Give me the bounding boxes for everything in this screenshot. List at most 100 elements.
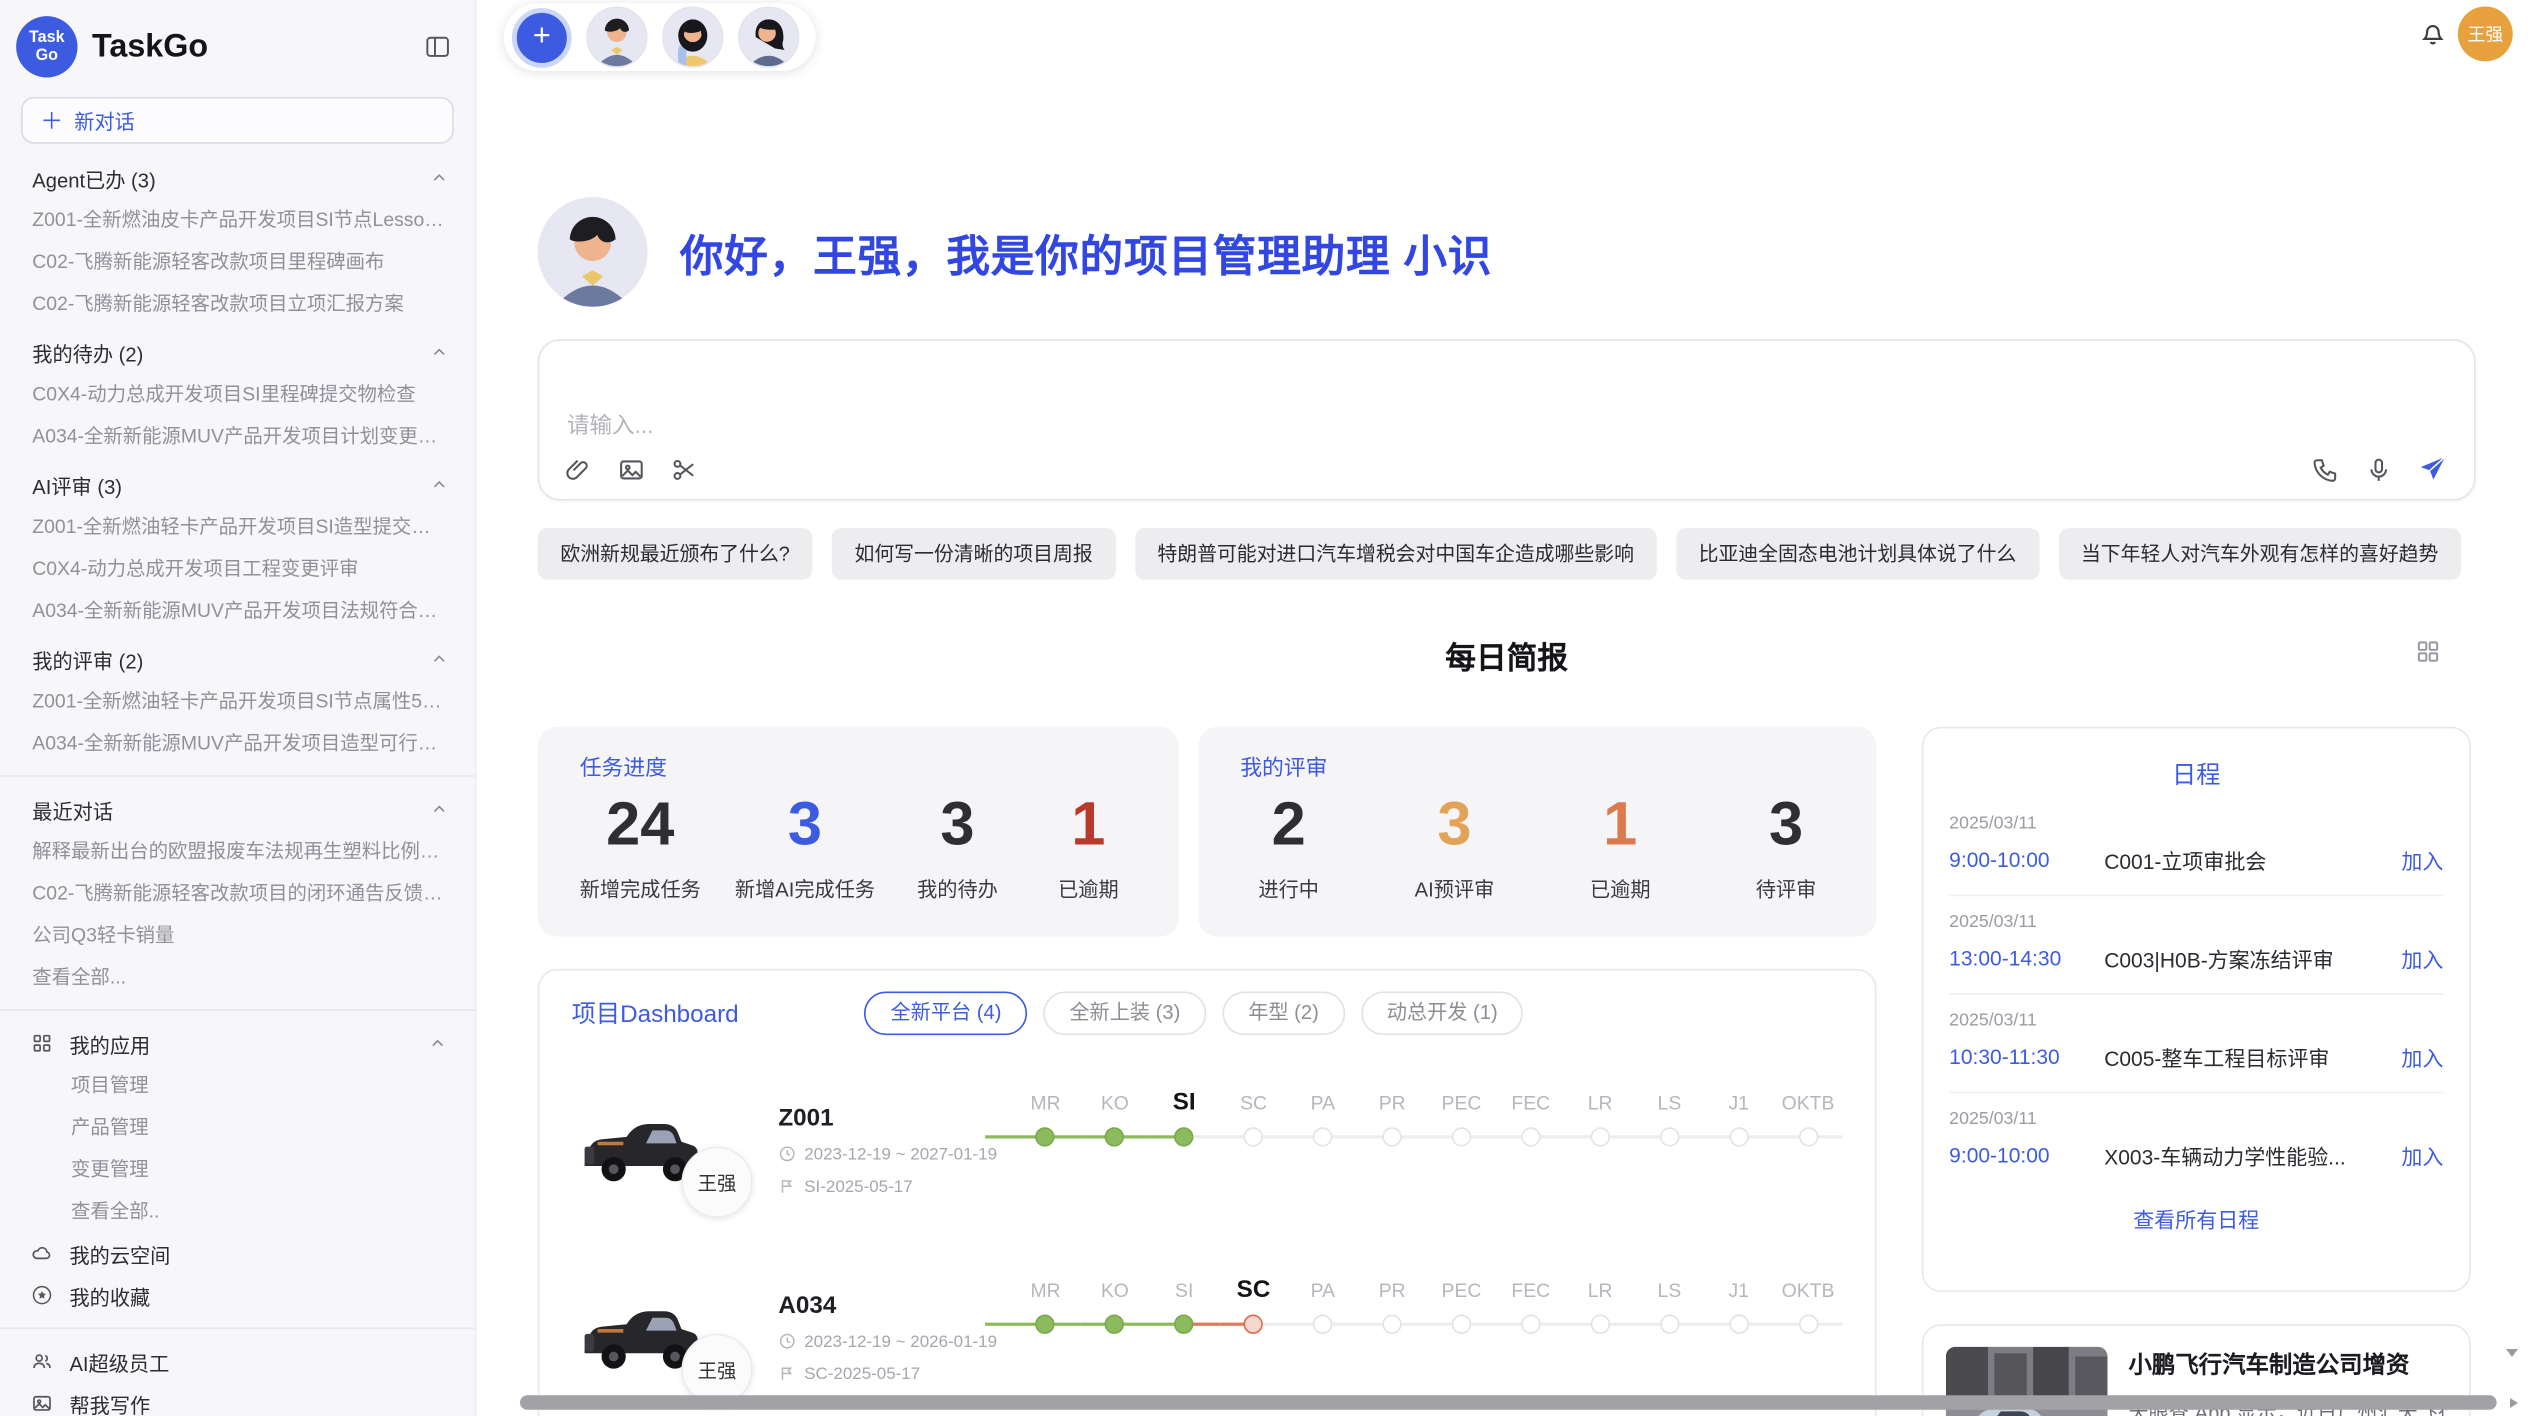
stat-value: 3 xyxy=(1406,788,1503,865)
app-item[interactable]: 产品管理 xyxy=(0,1106,475,1148)
milestone-mr: MR xyxy=(1011,1084,1080,1152)
stat: 3 AI预评审 xyxy=(1406,788,1503,902)
sidebar-item-my-apps[interactable]: 我的应用 xyxy=(0,1022,475,1064)
suggestion-chip[interactable]: 欧洲新规最近颁布了什么? xyxy=(538,528,813,580)
avatar[interactable] xyxy=(738,6,799,67)
microphone-icon[interactable] xyxy=(2364,455,2393,484)
section-ai-review[interactable]: AI评审 (3) xyxy=(0,463,475,505)
paperclip-icon[interactable] xyxy=(564,455,593,484)
layout-grid-icon[interactable] xyxy=(2414,638,2441,665)
favorites-label: 我的收藏 xyxy=(69,1280,150,1311)
project-info: A034 2023-12-19 ~ 2026-01-19 SC-2025-05-… xyxy=(778,1291,1001,1383)
suggestion-chip[interactable]: 如何写一份清晰的项目周报 xyxy=(832,528,1116,580)
dashboard-tab[interactable]: 动总开发 (1) xyxy=(1361,992,1524,1036)
section-agent-done[interactable]: Agent已办 (3) xyxy=(0,157,475,199)
chevron-up-icon[interactable] xyxy=(430,168,449,187)
image-icon[interactable] xyxy=(617,455,646,484)
app-item[interactable]: 项目管理 xyxy=(0,1064,475,1106)
add-contact-button[interactable]: + xyxy=(512,7,572,67)
chat-input-card[interactable]: 请输入... xyxy=(538,339,2476,500)
dashboard-tab[interactable]: 年型 (2) xyxy=(1222,992,1344,1036)
avatar[interactable] xyxy=(662,6,723,67)
milestone-track: MRKOSISCPAPRPECFECLRLSJ1OKTB xyxy=(1011,1084,1843,1152)
list-item[interactable]: A034-全新新能源MUV产品开发项目造型可行性评审 xyxy=(0,722,475,764)
send-icon[interactable] xyxy=(2418,454,2449,485)
project-info: Z001 2023-12-19 ~ 2027-01-19 SI-2025-05-… xyxy=(778,1104,1001,1196)
notification-bell-icon[interactable] xyxy=(2418,18,2449,49)
list-item[interactable]: C0X4-动力总成开发项目SI里程碑提交物检查 xyxy=(0,373,475,415)
section-recent-chats[interactable]: 最近对话 xyxy=(0,788,475,830)
milestone-label: KO xyxy=(1080,1084,1149,1123)
schedule-panel: 日程 2025/03/11 9:00-10:00 C001-立项审批会 加入 2… xyxy=(1922,727,2471,1292)
milestone-dot xyxy=(1382,1127,1401,1146)
event-join-link[interactable]: 加入 xyxy=(2401,943,2443,974)
stat-value: 3 xyxy=(909,788,1006,865)
dashboard-tab[interactable]: 全新上装 (3) xyxy=(1043,992,1206,1036)
new-chat-button[interactable]: ＋ 新对话 xyxy=(21,97,454,144)
list-item[interactable]: C0X4-动力总成开发项目工程变更评审 xyxy=(0,547,475,589)
sidebar-item-ai-employee[interactable]: AI超级员工 xyxy=(0,1340,475,1382)
milestone-si: SI xyxy=(1150,1271,1219,1339)
list-item[interactable]: C02-飞腾新能源轻客改款项目的闭环通告反馈情况 xyxy=(0,872,475,914)
list-item[interactable]: C02-飞腾新能源轻客改款项目立项汇报方案 xyxy=(0,283,475,325)
divider xyxy=(0,775,475,777)
stat: 3 我的待办 xyxy=(909,788,1006,902)
suggestion-chip[interactable]: 比亚迪全固态电池计划具体说了什么 xyxy=(1676,528,2039,580)
suggestion-chip[interactable]: 当下年轻人对汽车外观有怎样的喜好趋势 xyxy=(2058,528,2461,580)
milestone-pr: PR xyxy=(1358,1271,1427,1339)
apps-view-all-link[interactable]: 查看全部.. xyxy=(0,1190,475,1232)
event-join-link[interactable]: 加入 xyxy=(2401,1140,2443,1171)
milestone-dot xyxy=(1244,1315,1263,1334)
list-item[interactable]: Z001-全新燃油轻卡产品开发项目SI造型提交物评审 xyxy=(0,505,475,547)
recent-view-all-link[interactable]: 查看全部... xyxy=(0,956,475,998)
stat: 3 新增AI完成任务 xyxy=(735,788,875,902)
scroll-right-arrow[interactable] xyxy=(2510,1398,2518,1408)
list-item[interactable]: 解释最新出台的欧盟报废车法规再生塑料比例被调至15%... xyxy=(0,830,475,872)
chevron-up-icon[interactable] xyxy=(425,1034,449,1053)
event-join-link[interactable]: 加入 xyxy=(2401,1042,2443,1073)
project-flag: SI-2025-05-17 xyxy=(778,1176,1001,1195)
flag-icon xyxy=(778,1365,796,1383)
project-vehicle-image: 王强 xyxy=(572,1289,711,1386)
phone-icon[interactable] xyxy=(2311,455,2340,484)
suggestion-chip[interactable]: 特朗普可能对进口汽车增税会对中国车企造成哪些影响 xyxy=(1135,528,1657,580)
app-item[interactable]: 变更管理 xyxy=(0,1148,475,1190)
milestone-label: SC xyxy=(1219,1271,1288,1310)
project-row[interactable]: 王强 A034 2023-12-19 ~ 2026-01-19 SC-2025-… xyxy=(572,1264,1843,1409)
project-row[interactable]: 王强 Z001 2023-12-19 ~ 2027-01-19 SI-2025-… xyxy=(572,1077,1843,1222)
chevron-up-icon[interactable] xyxy=(430,342,449,361)
stat-label: 进行中 xyxy=(1240,871,1337,902)
stat: 1 已逾期 xyxy=(1040,788,1137,902)
view-all-schedule-link[interactable]: 查看所有日程 xyxy=(1949,1203,2443,1234)
scroll-down-arrow[interactable] xyxy=(2506,1349,2518,1357)
sidebar-collapse-icon[interactable] xyxy=(423,32,452,61)
event-time: 10:30-11:30 xyxy=(1949,1045,2104,1069)
stat-label: 待评审 xyxy=(1738,871,1835,902)
sidebar-item-help-write[interactable]: 帮我写作 xyxy=(0,1382,475,1416)
list-item[interactable]: A034-全新新能源MUV产品开发项目计划变更表编写 xyxy=(0,415,475,457)
user-avatar[interactable]: 王强 xyxy=(2458,6,2513,61)
task-progress-stats: 24 新增完成任务 3 新增AI完成任务 3 我的待办 1 已逾期 xyxy=(580,788,1137,902)
sidebar-item-favorites[interactable]: 我的收藏 xyxy=(0,1274,475,1316)
chevron-up-icon[interactable] xyxy=(430,475,449,494)
list-item[interactable]: Z001-全新燃油轻卡产品开发项目SI节点属性5D文件评审 xyxy=(0,680,475,722)
avatar[interactable] xyxy=(586,6,647,67)
list-item[interactable]: 公司Q3轻卡销量 xyxy=(0,914,475,956)
dashboard-tab[interactable]: 全新平台 (4) xyxy=(865,992,1028,1036)
chevron-up-icon[interactable] xyxy=(430,649,449,668)
list-item[interactable]: C02-飞腾新能源轻客改款项目里程碑画布 xyxy=(0,241,475,283)
list-item[interactable]: A034-全新新能源MUV产品开发项目法规符合性评审 xyxy=(0,589,475,631)
sidebar-item-cloud-space[interactable]: 我的云空间 xyxy=(0,1232,475,1274)
horizontal-scrollbar-thumb[interactable] xyxy=(520,1395,2497,1410)
clock-icon xyxy=(778,1145,796,1163)
section-my-review[interactable]: 我的评审 (2) xyxy=(0,638,475,680)
event-join-link[interactable]: 加入 xyxy=(2401,845,2443,876)
section-my-todo[interactable]: 我的待办 (2) xyxy=(0,331,475,373)
chevron-up-icon[interactable] xyxy=(430,799,449,818)
stat-value: 1 xyxy=(1040,788,1137,865)
scissors-icon[interactable] xyxy=(670,455,699,484)
project-dashboard: 项目Dashboard 全新平台 (4)全新上装 (3)年型 (2)动总开发 (… xyxy=(538,969,1877,1416)
list-item[interactable]: Z001-全新燃油皮卡产品开发项目SI节点Lesson Learn报告 xyxy=(0,199,475,241)
assistant-avatar xyxy=(538,197,648,307)
stat: 3 待评审 xyxy=(1738,788,1835,902)
